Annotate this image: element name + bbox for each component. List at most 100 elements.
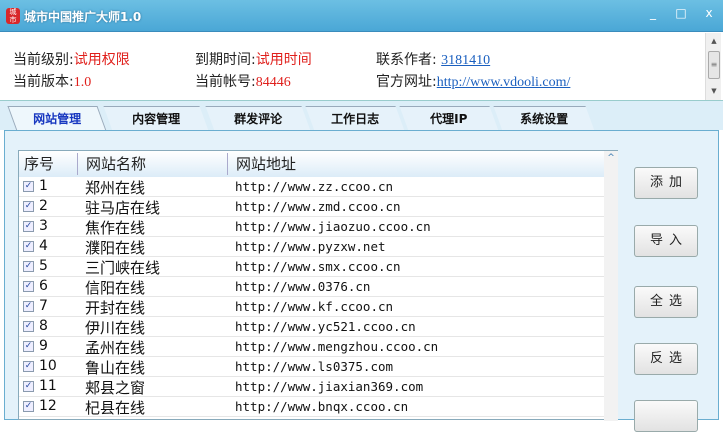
row-site-url: http://www.bnqx.ccoo.cn [235,399,409,414]
row-site-url: http://www.ls0375.com [235,359,394,374]
row-site-url: http://www.pyzxw.net [235,239,386,254]
expire-value: 试用时间 [255,53,312,68]
level-label: 当前级别: [13,52,74,68]
row-index: 1 [39,178,48,194]
version-label: 当前版本: [13,74,74,90]
row-site-name: 郑州在线 [85,179,146,197]
row-checkbox[interactable]: ✓ [23,361,34,372]
version-value: 1.0 [73,75,92,90]
level-row: 当前级别:试用权限 [13,49,130,69]
minimize-button[interactable]: _ [640,4,666,22]
row-site-name: 三门峡在线 [85,259,161,277]
select-all-button[interactable]: 全选 [634,286,698,318]
tab-content-management[interactable]: 内容管理 [103,106,209,131]
tab-bulk-comment[interactable]: 群发评论 [205,106,311,131]
row-checkbox[interactable]: ✓ [23,221,34,232]
close-button[interactable]: x [696,4,722,22]
add-button[interactable]: 添加 [634,167,698,199]
col-name[interactable]: 网站名称 [77,153,146,175]
row-site-url: http://www.zmd.ccoo.cn [235,199,401,214]
row-site-url: http://www.yc521.ccoo.cn [235,319,416,334]
row-checkbox[interactable]: ✓ [23,381,34,392]
table-row[interactable]: ✓ 8 伊川在线 http://www.yc521.ccoo.cn [19,317,604,337]
row-site-name: 驻马店在线 [85,199,161,217]
row-checkbox[interactable]: ✓ [23,241,34,252]
contact-row: 联系作者: 3181410 [376,49,490,69]
row-site-name: 郏县之窗 [85,379,146,397]
row-site-url: http://www.jiaxian369.com [235,379,424,394]
row-site-url: http://www.smx.ccoo.cn [235,259,401,274]
row-site-name: 焦作在线 [85,219,146,237]
tab-proxy-ip[interactable]: 代理IP [399,106,499,131]
row-site-name: 伊川在线 [85,319,146,337]
row-index: 3 [39,218,48,234]
row-site-url: http://www.jiaozuo.ccoo.cn [235,219,431,234]
row-site-url: http://www.0376.cn [235,279,371,294]
row-index: 11 [39,378,57,394]
col-url[interactable]: 网站地址 [227,153,296,175]
table-row[interactable]: ✓ 12 杞县在线 http://www.bnqx.ccoo.cn [19,397,604,417]
row-index: 4 [39,238,48,254]
site-link[interactable]: http://www.vdooli.com/ [437,75,571,90]
table-row[interactable]: ✓ 11 郏县之窗 http://www.jiaxian369.com [19,377,604,397]
info-area: 当前级别:试用权限 到期时间:试用时间 联系作者: 3181410 当前版本:1… [0,33,705,100]
row-checkbox[interactable]: ✓ [23,401,34,412]
scroll-down-icon[interactable]: ▼ [706,87,722,95]
row-site-name: 濮阳在线 [85,239,146,257]
list-header: 序号 网站名称 网站地址 [19,151,604,177]
table-row[interactable]: ✓ 7 开封在线 http://www.kf.ccoo.cn [19,297,604,317]
row-site-url: http://www.mengzhou.ccoo.cn [235,339,439,354]
row-checkbox[interactable]: ✓ [23,301,34,312]
col-index[interactable]: 序号 [24,153,54,175]
table-row[interactable]: ✓ 4 濮阳在线 http://www.pyzxw.net [19,237,604,257]
more-button[interactable] [634,400,698,432]
table-row[interactable]: ✓ 10 鲁山在线 http://www.ls0375.com [19,357,604,377]
account-row: 当前帐号:84446 [195,71,291,91]
row-index: 10 [39,358,57,374]
row-checkbox[interactable]: ✓ [23,181,34,192]
row-checkbox[interactable]: ✓ [23,201,34,212]
scroll-thumb[interactable]: ≡ [708,51,720,79]
contact-link[interactable]: 3181410 [441,53,490,68]
scroll-up-icon[interactable]: ^ [603,153,619,163]
table-row[interactable]: ✓ 6 信阳在线 http://www.0376.cn [19,277,604,297]
row-site-name: 鲁山在线 [85,359,146,377]
contact-label: 联系作者: [376,52,437,68]
account-label: 当前帐号: [195,74,256,90]
row-site-url: http://www.kf.ccoo.cn [235,299,394,314]
expire-label: 到期时间: [195,52,256,68]
row-site-name: 杞县在线 [85,399,146,417]
info-scrollbar[interactable]: ▲ ≡ ▼ [705,33,721,100]
row-site-url: http://www.zz.ccoo.cn [235,179,394,194]
row-index: 2 [39,198,48,214]
row-index: 7 [39,298,48,314]
tab-site-management[interactable]: 网站管理 [7,106,107,131]
expire-row: 到期时间:试用时间 [195,49,312,69]
tab-work-log[interactable]: 工作日志 [305,106,405,131]
row-checkbox[interactable]: ✓ [23,321,34,332]
row-checkbox[interactable]: ✓ [23,341,34,352]
row-index: 5 [39,258,48,274]
app-logo-icon: 城市 [6,8,20,24]
site-list[interactable]: 序号 网站名称 网站地址 ✓ 1 郑州在线 http://www.zz.ccoo.cn… [18,150,618,421]
row-checkbox[interactable]: ✓ [23,261,34,272]
scroll-up-icon[interactable]: ▲ [706,37,722,45]
site-row: 官方网址:http://www.vdooli.com/ [376,71,570,91]
table-row[interactable]: ✓ 5 三门峡在线 http://www.smx.ccoo.cn [19,257,604,277]
maximize-button[interactable]: □ [668,4,694,22]
table-row[interactable]: ✓ 3 焦作在线 http://www.jiaozuo.ccoo.cn [19,217,604,237]
table-row[interactable]: ✓ 9 孟州在线 http://www.mengzhou.ccoo.cn [19,337,604,357]
row-site-name: 信阳在线 [85,279,146,297]
import-button[interactable]: 导入 [634,225,698,257]
table-row[interactable]: ✓ 2 驻马店在线 http://www.zmd.ccoo.cn [19,197,604,217]
invert-selection-button[interactable]: 反选 [634,343,698,375]
tab-system-settings[interactable]: 系统设置 [493,106,595,131]
row-index: 6 [39,278,48,294]
row-checkbox[interactable]: ✓ [23,281,34,292]
version-row: 当前版本:1.0 [13,71,91,91]
row-site-name: 开封在线 [85,299,146,317]
window-title: 城市中国推广大师1.0 [24,10,142,24]
list-scrollbar[interactable]: ^ [604,151,618,421]
table-row[interactable]: ✓ 1 郑州在线 http://www.zz.ccoo.cn [19,177,604,197]
level-value: 试用权限 [73,53,130,68]
